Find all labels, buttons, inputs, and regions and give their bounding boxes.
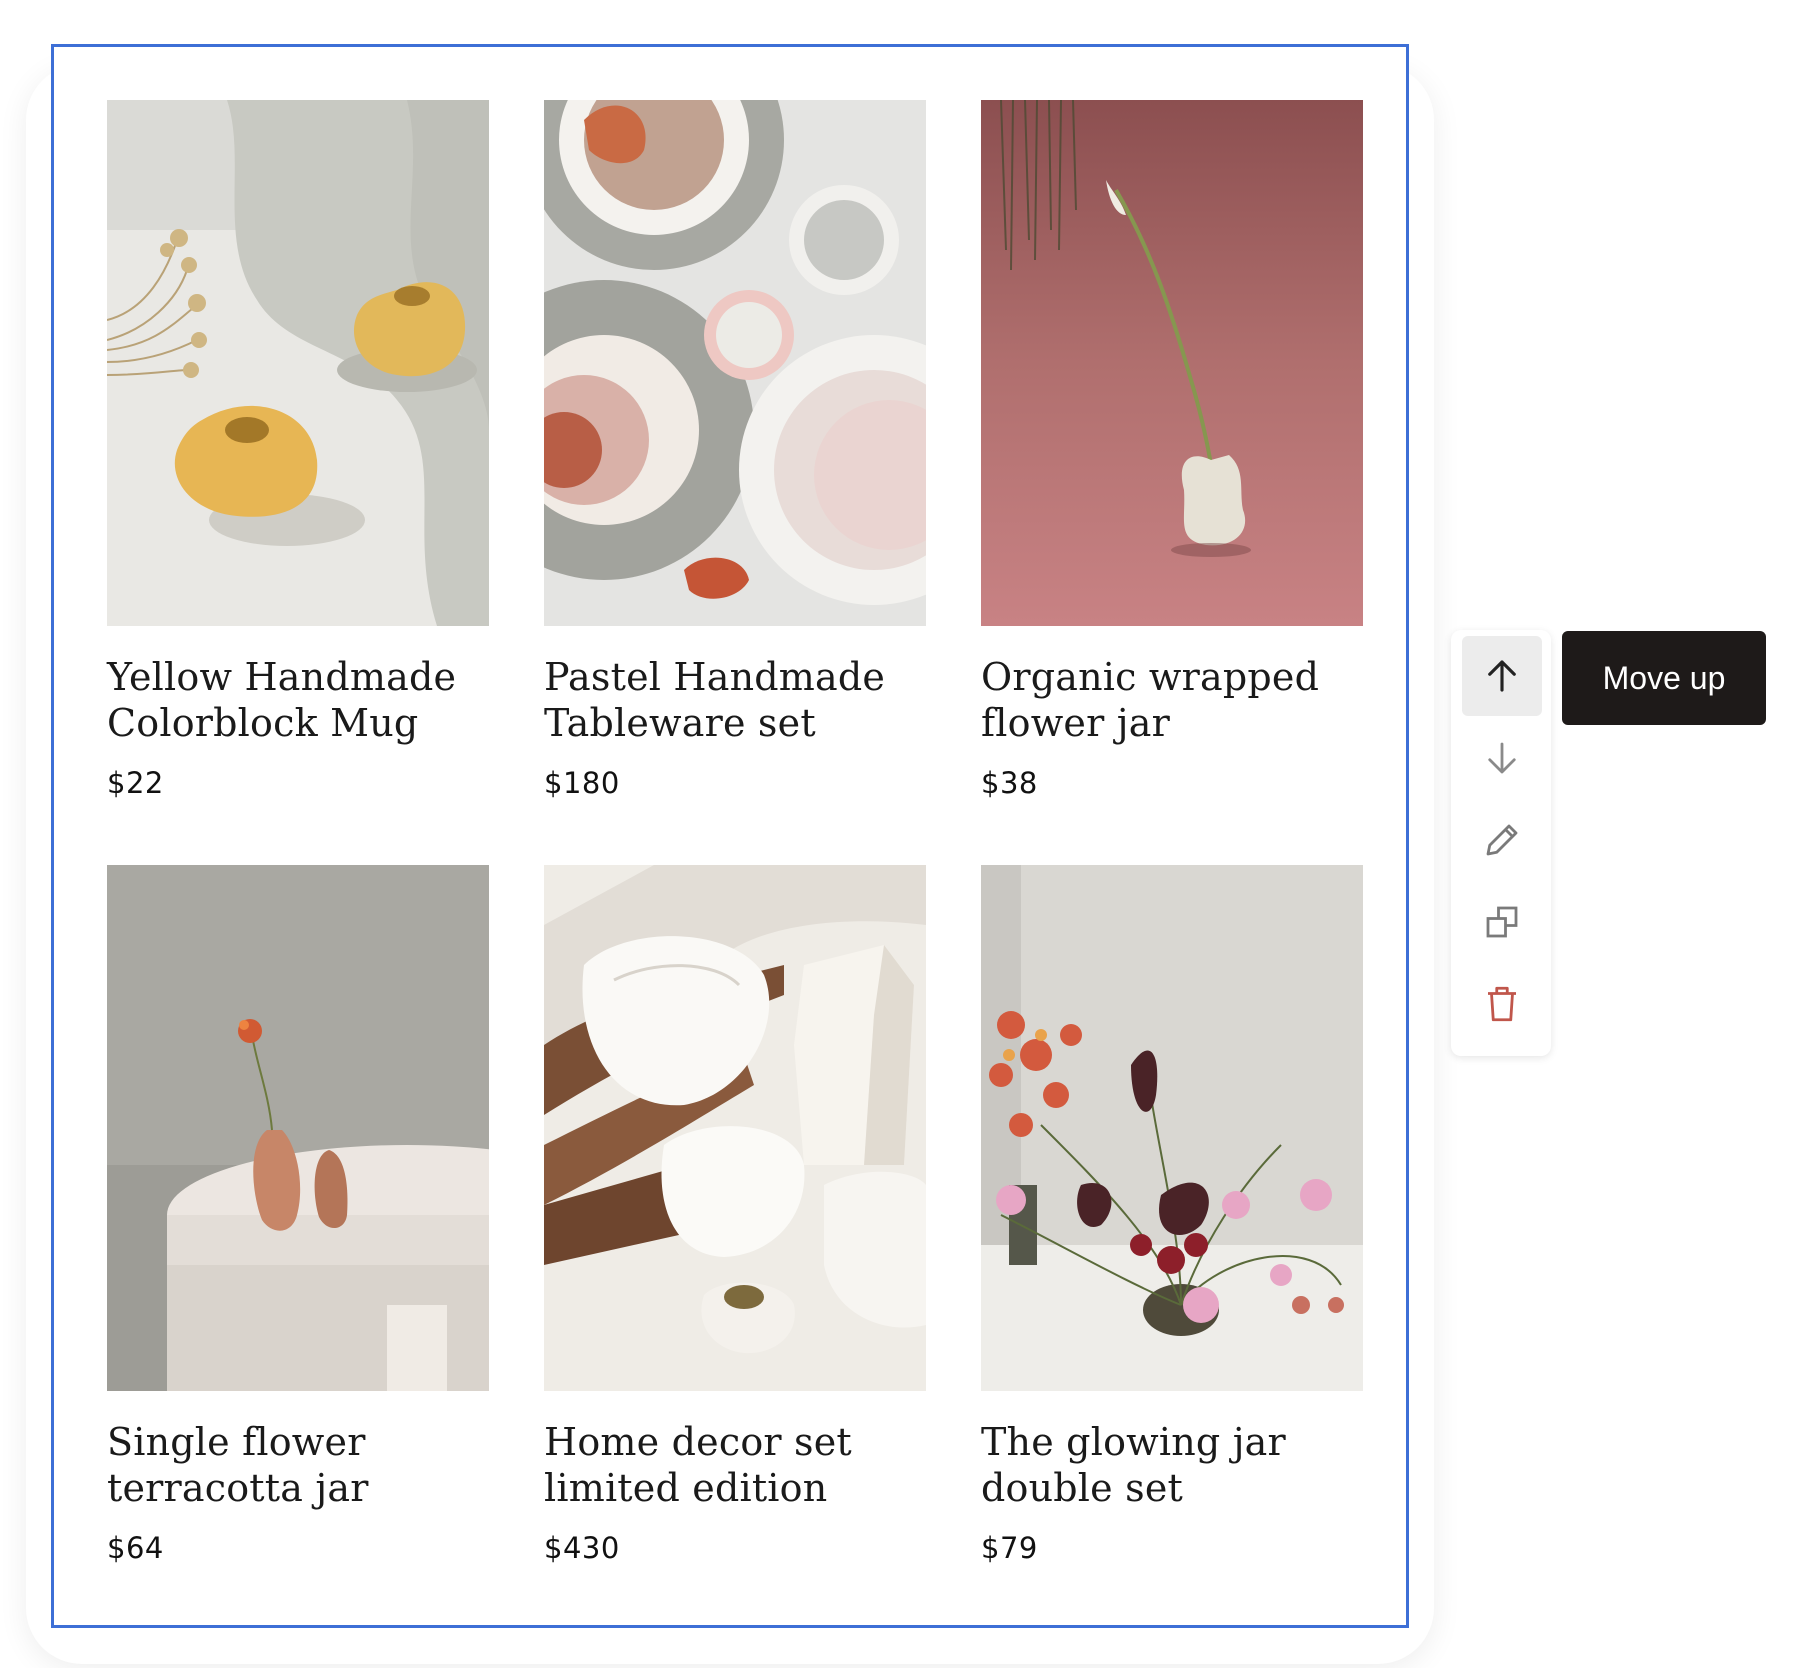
product-card[interactable]: Pastel Handmade Tableware set $180 — [544, 100, 926, 800]
arrow-up-icon — [1488, 660, 1516, 692]
product-title-line: Tableware set — [544, 701, 816, 745]
product-grid-block[interactable]: Yellow Handmade Colorblock Mug $22 Paste… — [51, 44, 1409, 1628]
product-title-line: limited edition — [544, 1466, 828, 1510]
arrow-down-icon — [1488, 742, 1516, 774]
product-price: $79 — [981, 1531, 1038, 1565]
product-price: $430 — [544, 1531, 620, 1565]
product-title-line: Home decor set — [544, 1420, 852, 1464]
product-price: $180 — [544, 766, 620, 800]
product-card[interactable]: Home decor set limited edition $430 — [544, 865, 926, 1565]
product-title-line: Organic wrapped — [981, 655, 1320, 699]
product-title-line: terracotta jar — [107, 1466, 369, 1510]
move-up-tooltip: Move up — [1562, 631, 1766, 725]
product-card[interactable]: The glowing jar double set $79 — [981, 865, 1363, 1565]
block-toolbar — [1451, 630, 1551, 1056]
trash-icon — [1488, 986, 1516, 1022]
product-image-wrapped-flower-jar[interactable] — [981, 100, 1363, 626]
product-price: $64 — [107, 1531, 164, 1565]
product-title-line: double set — [981, 1466, 1183, 1510]
product-image-home-decor-set[interactable] — [544, 865, 926, 1391]
product-title-line: Pastel Handmade — [544, 655, 886, 699]
product-card[interactable]: Organic wrapped flower jar $38 — [981, 100, 1363, 800]
product-card[interactable]: Single flower terracotta jar $64 — [107, 865, 489, 1565]
product-image-glowing-jar-set[interactable] — [981, 865, 1363, 1391]
move-up-button[interactable] — [1462, 636, 1542, 716]
duplicate-button[interactable] — [1462, 882, 1542, 962]
product-title-line: Colorblock Mug — [107, 701, 419, 745]
delete-button[interactable] — [1462, 964, 1542, 1044]
product-image-yellow-mug[interactable] — [107, 100, 489, 626]
product-title-line: flower jar — [981, 701, 1170, 745]
pencil-icon — [1486, 824, 1518, 856]
product-title-line: The glowing jar — [981, 1420, 1286, 1464]
product-title-line: Yellow Handmade — [107, 655, 457, 699]
product-price: $38 — [981, 766, 1038, 800]
move-down-button[interactable] — [1462, 718, 1542, 798]
duplicate-icon — [1486, 906, 1518, 938]
product-price: $22 — [107, 766, 164, 800]
edit-button[interactable] — [1462, 800, 1542, 880]
product-title-line: Single flower — [107, 1420, 366, 1464]
product-card[interactable]: Yellow Handmade Colorblock Mug $22 — [107, 100, 489, 800]
product-image-terracotta-jar[interactable] — [107, 865, 489, 1391]
product-image-pastel-tableware[interactable] — [544, 100, 926, 626]
